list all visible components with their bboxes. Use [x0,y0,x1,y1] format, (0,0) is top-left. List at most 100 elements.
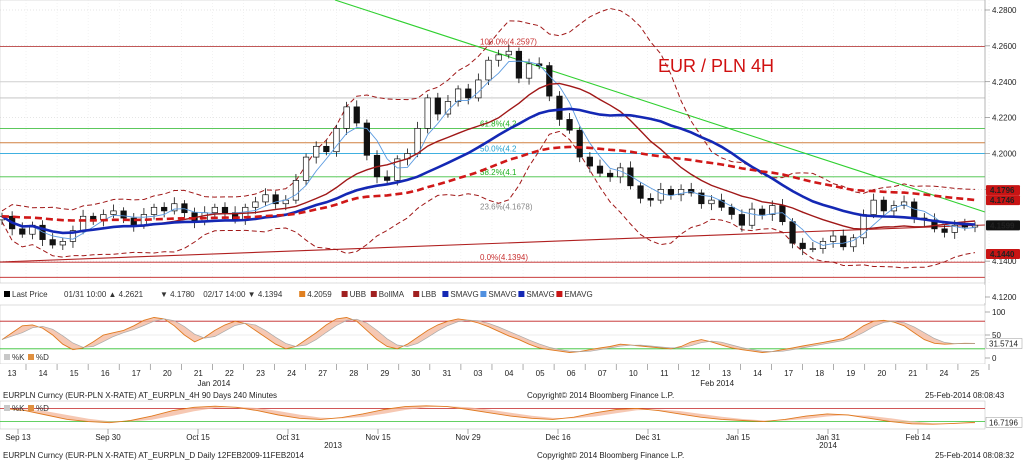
candle-body [313,145,320,158]
footer-top-right: 25-Feb-2014 08:08:43 [925,391,1005,400]
time-tick-label: 18 [815,369,824,378]
time-tick-label: 06 [567,369,576,378]
time-tick-label: 30 [411,369,420,378]
price-tag-label: 4.1796 [990,186,1015,195]
chart-legend: Last Price 01/31 10:00 ▲ 4.2621 ▼ 4.1780 02… [0,285,985,303]
candle-body [596,165,604,174]
time-axis-4h: 13 14 15 16 17 20 21 22 23 24 27 28 29 30 31 03 04 05 06 07… [0,364,990,388]
candle-body [323,145,330,153]
footer-top-center: Copyright© 2014 Bloomberg Finance L.P. [527,391,674,400]
daily-legend-swatch [28,405,34,411]
time-tick-label: 10 [629,369,638,378]
time-tick-label: 11 [660,369,669,378]
stochastic-panel: %K %D [0,304,986,365]
legend-item-label: BollMA [379,290,405,299]
candle-body [465,88,472,99]
legend-swatch [480,291,487,297]
candle-body [19,228,26,235]
candle-body [586,156,593,167]
legend-item-label: Last Price [12,290,48,299]
candle-body [292,180,300,201]
daily-tick-label: Dec 16 [545,433,571,442]
candle-body [870,199,877,215]
daily-tick-label: Jan 15 [726,433,751,442]
candle-body [667,189,675,196]
candle-body [505,50,512,56]
fib-label: 23.6%(4.1678) [480,202,533,211]
daily-tick-label: Nov 15 [365,433,391,442]
candle-body [302,156,310,181]
candle-body [829,235,837,242]
candle-body [809,248,816,250]
daily-tick-label: Dec 31 [635,433,661,442]
legend-item-label: SMAVG [526,290,554,299]
footer-bottom-right: 25-Feb-2014 08:08:32 [935,451,1015,460]
legend-item-label: ▼ 4.1780 [160,290,195,299]
time-tick-label: 24 [939,369,948,378]
stoch-tick-label: 100 [992,308,1006,317]
candle-body [79,215,87,231]
legend-swatch [518,291,525,297]
time-tick-label: 13 [8,369,17,378]
time-tick-label: 16 [101,369,110,378]
price-tag-label: 4.1599 [990,221,1015,230]
time-tick-label: 13 [722,369,731,378]
time-axis-bg [0,364,985,388]
candle-body [414,128,421,154]
time-tick-label: 27 [318,369,327,378]
candle-body [475,79,482,99]
candle-body [252,201,259,208]
candle-body [789,221,796,244]
candle-body [424,97,431,129]
daily-tick-label: Sep 30 [95,433,121,442]
candle-body [779,205,786,223]
time-tick-label: 20 [877,369,886,378]
legend-swatch [4,291,10,297]
price-panel: 100.0%(4.2597)61.8%(4.250.0%(4.238.2%(4.… [0,0,990,298]
time-tick-label: 21 [194,369,203,378]
candle-body [454,88,462,102]
legend-swatch [370,291,377,297]
price-tick-label: 4.2200 [992,114,1017,123]
time-tick-label: 22 [225,369,234,378]
daily-legend-k: %K [12,404,25,413]
daily-value-label: 16.7196 [989,418,1018,427]
legend-item-label: SMAVG [488,290,516,299]
candle-body [150,206,158,215]
month-label: Jan 2014 [197,379,230,388]
daily-tick-label: Feb 14 [906,433,931,442]
time-tick-label: 21 [908,369,917,378]
candle-body [110,210,117,215]
daily-stochastic-panel: %K %D [0,400,986,430]
legend-item-label: 02/17 14:00 ▼ 4.1394 [203,290,283,299]
candle-body [647,197,654,201]
daily-legend-swatch [4,405,10,411]
candle-body [607,172,614,178]
time-tick-label: 14 [39,369,48,378]
time-tick-label: 03 [474,369,483,378]
candle-body [485,59,492,81]
time-tick-label: 24 [287,369,296,378]
candle-body [221,206,229,214]
time-tick-label: 05 [536,369,545,378]
candle-body [637,185,644,199]
price-tick-label: 4.2800 [992,6,1017,15]
legend-swatch [299,291,306,297]
candle-body [434,97,441,115]
legend-item-label: 4.2059 [307,290,332,299]
time-tick-label: 23 [256,369,265,378]
time-tick-label: 20 [163,369,172,378]
daily-year-label: 2013 [324,441,342,450]
time-tick-label: 29 [380,369,389,378]
price-tick-label: 4.2600 [992,42,1017,51]
price-tick-label: 4.1200 [992,293,1017,302]
footer-bottom-center: Copyright© 2014 Bloomberg Finance L.P. [537,451,684,460]
candle-body [515,50,523,79]
candle-body [728,206,735,215]
price-tick-label: 4.2400 [992,78,1017,87]
stoch-legend-d: %D [36,353,49,362]
time-tick-label: 17 [132,369,141,378]
daily-tick-label: Nov 29 [455,433,481,442]
candle-body [343,106,350,129]
candle-body [525,63,533,79]
